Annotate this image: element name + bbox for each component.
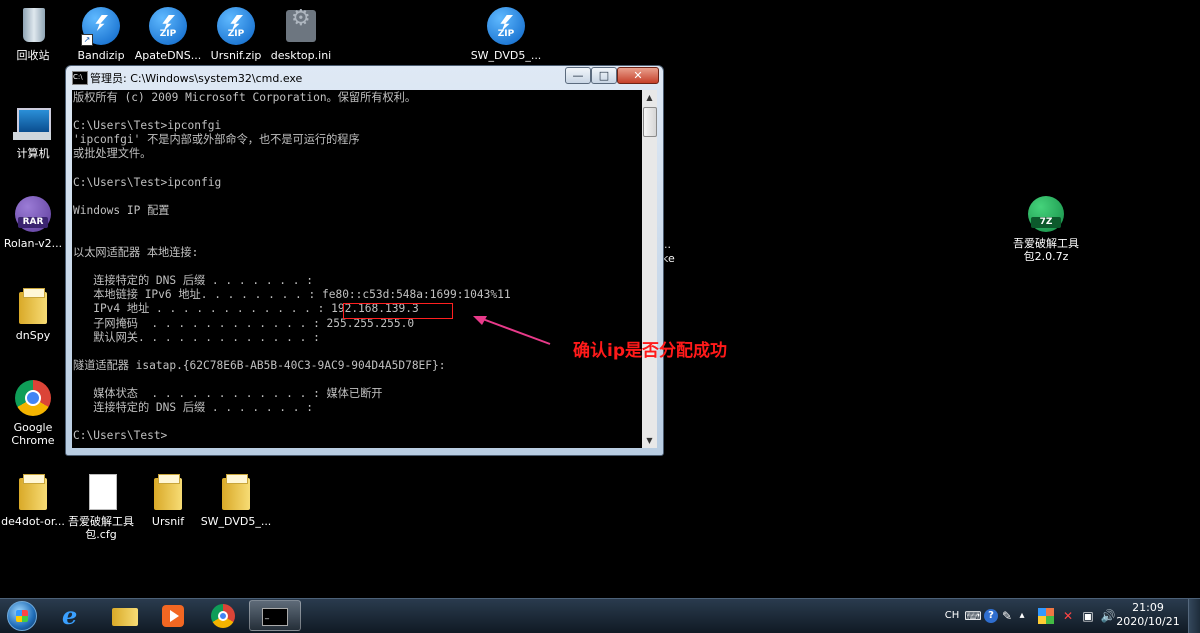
desktop-icon-rolan[interactable]: RAR Rolan-v2...: [0, 194, 71, 250]
system-clock[interactable]: 21:09 2020/10/21: [1112, 601, 1184, 629]
start-button[interactable]: [4, 599, 40, 633]
internet-explorer-icon: e: [62, 601, 78, 630]
settings-file-icon: [286, 10, 316, 42]
chrome-icon: [15, 380, 51, 416]
computer-icon: [13, 108, 51, 140]
folder-icon: [222, 474, 250, 510]
taskbar-cmd[interactable]: _: [249, 600, 301, 631]
desktop-icon-apatedns[interactable]: ZIP ApateDNS...: [130, 6, 206, 62]
show-desktop-button[interactable]: [1188, 599, 1200, 633]
folder-icon: [154, 474, 182, 510]
cmd-icon: _: [262, 608, 288, 626]
document-icon: [89, 474, 117, 510]
cmd-window[interactable]: C:\ 管理员: C:\Windows\system32\cmd.exe — □…: [65, 65, 664, 456]
desktop-icon-dnspy[interactable]: dnSpy: [0, 286, 71, 342]
desktop-icon-label: 吾爱破解工具包.cfg: [68, 515, 134, 541]
display-icon[interactable]: ▣: [1080, 607, 1096, 625]
desktop-icon-label: desktop.ini: [270, 49, 332, 62]
desktop-icon-label: 回收站: [16, 49, 50, 62]
desktop-icon-52pojie-7z[interactable]: 7Z 吾爱破解工具包2.0.7z: [1008, 194, 1084, 263]
console-text: 版权所有 (c) 2009 Microsoft Corporation。保留所有…: [73, 91, 511, 443]
scroll-down-icon[interactable]: ▼: [642, 433, 657, 448]
partial-desktop-text: ..: [664, 238, 671, 251]
desktop-icon-recycle-bin[interactable]: 回收站: [0, 6, 71, 62]
taskbar: e _ CH ⌨ ? ✎ ▴ ✕ ▣ 🔊 21:09 2020/10/21: [0, 598, 1200, 633]
desktop-icon-label: Rolan-v2...: [3, 237, 63, 250]
vertical-scrollbar[interactable]: ▲ ▼: [642, 90, 657, 448]
desktop-icon-bandizip[interactable]: ↗ Bandizip: [63, 6, 139, 62]
recycle-bin-icon: [23, 8, 45, 42]
desktop-icon-label: dnSpy: [15, 329, 51, 342]
ip-highlight-box: [343, 303, 453, 319]
folder-icon: [19, 288, 47, 324]
desktop-icon-label: Google Chrome: [11, 421, 55, 447]
desktop-icon-label: 吾爱破解工具包2.0.7z: [1013, 237, 1079, 263]
title-bar[interactable]: C:\ 管理员: C:\Windows\system32\cmd.exe — □…: [66, 66, 663, 88]
desktop-icon-sw-dvd5-zip[interactable]: ZIP SW_DVD5_...: [468, 6, 544, 62]
close-button[interactable]: ✕: [617, 67, 659, 84]
zip-tag: ZIP: [159, 29, 177, 39]
clock-date: 2020/10/21: [1116, 615, 1180, 628]
ime-settings-icon[interactable]: ✎: [1000, 607, 1014, 625]
scroll-up-icon[interactable]: ▲: [642, 90, 657, 105]
desktop-icon-desktop-ini[interactable]: desktop.ini: [263, 6, 339, 62]
taskbar-ie[interactable]: e: [48, 600, 100, 631]
zip-tag: ZIP: [497, 29, 515, 39]
desktop-icon-google-chrome[interactable]: Google Chrome: [0, 378, 71, 447]
tray-overflow-icon[interactable]: ▴: [1016, 607, 1028, 625]
7z-tag: 7Z: [1031, 217, 1061, 228]
desktop-icon-label: Bandizip: [77, 49, 125, 62]
taskbar-media-player[interactable]: [148, 600, 200, 631]
desktop-icon-de4dot[interactable]: de4dot-or...: [0, 472, 71, 528]
maximize-button[interactable]: □: [591, 67, 617, 84]
clock-time: 21:09: [1132, 601, 1164, 614]
desktop-icon-label: Ursnif: [151, 515, 185, 528]
desktop-icon-label: de4dot-or...: [1, 515, 65, 528]
scroll-thumb[interactable]: [643, 107, 657, 137]
shortcut-arrow-icon: ↗: [81, 34, 93, 46]
desktop-icon-sw-dvd5-folder[interactable]: SW_DVD5_...: [198, 472, 274, 528]
annotation-arrow-icon: [473, 316, 551, 345]
desktop-icon-ursnif-folder[interactable]: Ursnif: [130, 472, 206, 528]
window-title: 管理员: C:\Windows\system32\cmd.exe: [90, 72, 303, 85]
network-disconnected-icon[interactable]: ✕: [1060, 607, 1076, 625]
zip-tag: ZIP: [227, 29, 245, 39]
minimize-button[interactable]: —: [565, 67, 591, 84]
desktop-icon-label: SW_DVD5_...: [200, 515, 272, 528]
chrome-icon: [211, 604, 235, 628]
help-icon[interactable]: ?: [984, 609, 998, 623]
annotation-text: 确认ip是否分配成功: [573, 341, 727, 361]
language-indicator[interactable]: CH: [942, 607, 962, 625]
desktop-icon-computer[interactable]: 计算机: [0, 104, 71, 160]
console-output[interactable]: 版权所有 (c) 2009 Microsoft Corporation。保留所有…: [72, 90, 642, 448]
keyboard-icon[interactable]: ⌨: [964, 607, 982, 625]
media-player-icon: [162, 605, 184, 627]
cmd-icon: C:\: [72, 71, 88, 85]
desktop-icon-label: SW_DVD5_...: [470, 49, 542, 62]
rar-tag: RAR: [18, 217, 48, 228]
action-center-icon[interactable]: [1038, 608, 1054, 624]
taskbar-explorer[interactable]: [99, 600, 151, 631]
windows-logo-icon: [7, 601, 37, 631]
desktop-icon-label: 计算机: [16, 147, 50, 160]
file-explorer-icon: [112, 608, 138, 626]
taskbar-chrome[interactable]: [198, 600, 250, 631]
folder-icon: [19, 474, 47, 510]
desktop-icon-label: ApateDNS...: [134, 49, 202, 62]
desktop-icon-52pojie-cfg[interactable]: 吾爱破解工具包.cfg: [63, 472, 139, 541]
